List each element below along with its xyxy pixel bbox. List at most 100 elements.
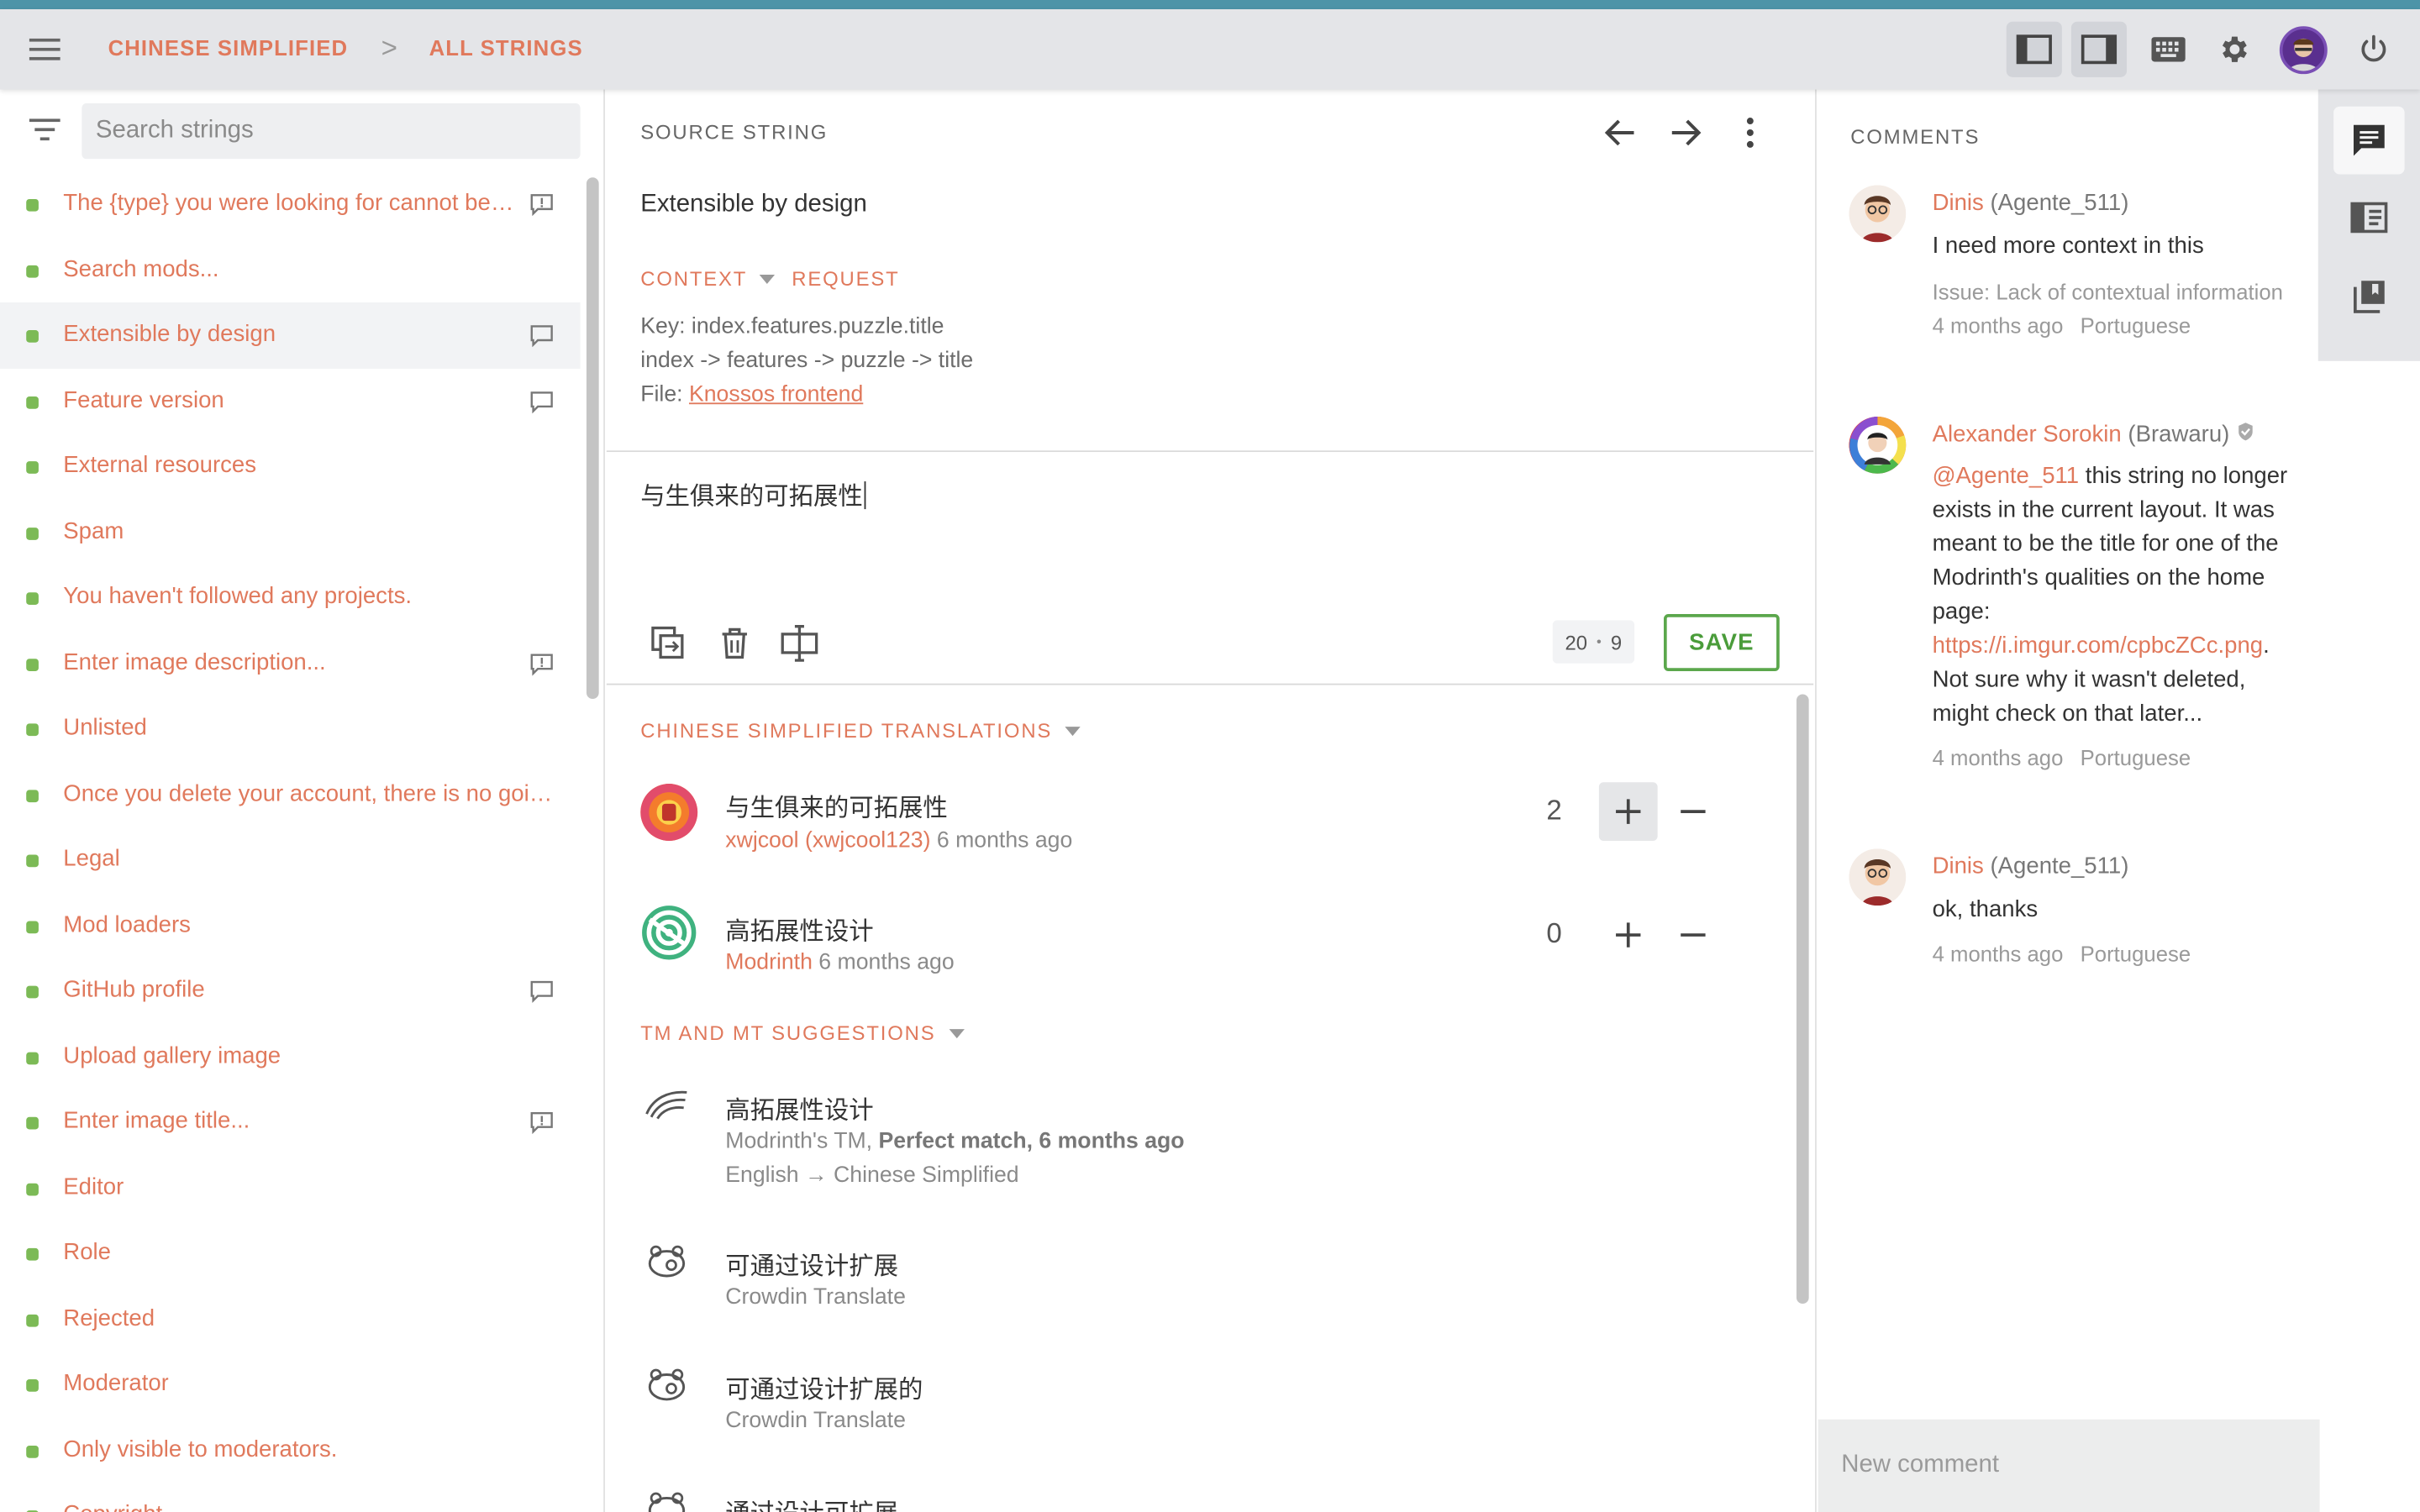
comment-author[interactable]: Dinis (Agente_511) — [1933, 190, 2129, 216]
avatar[interactable] — [1849, 848, 1907, 906]
avatar[interactable] — [1849, 185, 1907, 243]
character-counter: 20 • 9 — [1552, 620, 1634, 664]
list-item[interactable]: Enter image title... — [0, 1089, 581, 1155]
avatar — [640, 904, 697, 961]
comment-mention[interactable]: @Agente_511 — [1933, 463, 2080, 489]
list-item[interactable]: Enter image description... — [0, 630, 581, 696]
translations-header[interactable]: CHINESE SIMPLIFIED TRANSLATIONS — [640, 719, 1081, 742]
comment-author-handle: (Brawaru) — [2128, 421, 2230, 448]
list-item[interactable]: Rejected — [0, 1286, 581, 1352]
power-icon[interactable] — [2346, 22, 2402, 77]
list-item[interactable]: Search mods... — [0, 237, 581, 302]
comment-author-handle: (Agente_511) — [1990, 189, 2129, 217]
vote-down-button[interactable] — [1664, 906, 1723, 964]
comment-link[interactable]: https://i.imgur.com/cpbcZCc.png — [1933, 633, 2264, 659]
search-input[interactable] — [82, 103, 581, 160]
comments-rail-button[interactable] — [2333, 106, 2405, 175]
sidebar-left-icon[interactable] — [2006, 21, 2062, 77]
comment-author-name: Alexander Sorokin — [1932, 421, 2122, 448]
list-item[interactable]: Mod loaders — [0, 893, 581, 958]
trash-icon[interactable] — [713, 622, 756, 664]
list-item[interactable]: Moderator — [0, 1352, 581, 1417]
issue-comment-icon — [530, 1112, 553, 1134]
avatar — [640, 784, 698, 842]
list-item-label: Once you delete your account, there is n… — [63, 780, 560, 806]
panel-details-icon — [2350, 202, 2388, 234]
list-item[interactable]: Copyright — [0, 1483, 581, 1512]
arrow-left-icon[interactable] — [1601, 113, 1641, 153]
list-item[interactable]: Feature version — [0, 368, 581, 433]
minus-icon — [1681, 933, 1706, 937]
request-tab[interactable]: REQUEST — [792, 267, 899, 291]
comment-time: 4 months ago — [1932, 941, 2064, 966]
list-item-label: Only visible to moderators. — [63, 1436, 338, 1462]
crowdin-translate-icon — [648, 1245, 686, 1278]
list-item[interactable]: Once you delete your account, there is n… — [0, 761, 581, 827]
translation-author[interactable]: xwjcool (xwjcool123) — [725, 828, 930, 853]
translations-scrollbar[interactable] — [1796, 694, 1809, 1305]
list-item[interactable]: Role — [0, 1221, 581, 1286]
user-avatar[interactable] — [2279, 26, 2328, 75]
divider — [606, 683, 1814, 685]
suggestion-source: Crowdin Translate — [725, 1408, 906, 1434]
list-item[interactable]: Legal — [0, 827, 581, 892]
minus-icon — [1681, 810, 1706, 813]
comment-body: I need more context in this — [1932, 233, 2204, 260]
translation-input[interactable]: 与生俱来的可拓展性 — [640, 475, 866, 512]
list-item[interactable]: Unlisted — [0, 696, 581, 761]
copy-source-icon[interactable] — [647, 622, 690, 664]
gear-icon[interactable] — [2206, 22, 2261, 77]
translation-time: 6 months ago — [936, 828, 1073, 853]
comment-meta: 4 months ago Portuguese — [1933, 745, 2191, 769]
list-item-label: Legal — [63, 845, 120, 872]
list-item[interactable]: You haven't followed any projects. — [0, 564, 581, 630]
list-item-label: Enter image title... — [63, 1107, 250, 1134]
translation-author[interactable]: Modrinth — [725, 950, 813, 974]
translated-status-dot — [26, 1051, 39, 1064]
comment-icon — [530, 391, 553, 413]
translated-status-dot — [26, 854, 39, 868]
translated-status-dot — [26, 658, 39, 671]
new-comment-input[interactable] — [1818, 1419, 2320, 1512]
comment-author[interactable]: Alexander Sorokin (Brawaru) — [1932, 421, 2254, 448]
library-icon — [2354, 281, 2385, 313]
caret-down-icon — [949, 1029, 965, 1039]
list-item[interactable]: Upload gallery image — [0, 1024, 581, 1089]
sidebar-right-icon[interactable] — [2070, 21, 2128, 77]
translated-status-dot — [26, 723, 39, 737]
list-item[interactable]: Spam — [0, 499, 581, 564]
glossary-rail-button[interactable] — [2333, 262, 2404, 330]
list-item[interactable]: External resources — [0, 433, 581, 499]
vote-down-button[interactable] — [1664, 782, 1723, 841]
strings-scrollbar[interactable] — [586, 177, 599, 700]
save-button[interactable]: SAVE — [1663, 614, 1780, 671]
list-item-label: Role — [63, 1238, 111, 1266]
list-item[interactable]: The {type} you were looking for cannot b… — [0, 171, 581, 237]
suggestions-header[interactable]: TM AND MT SUGGESTIONS — [640, 1021, 965, 1044]
comment-author[interactable]: Dinis (Agente_511) — [1933, 853, 2129, 879]
list-item[interactable]: Only visible to moderators. — [0, 1417, 581, 1483]
avatar[interactable] — [1849, 416, 1907, 474]
editor-panel: SOURCE STRING Extensible by design CONTE… — [606, 89, 1814, 1512]
list-item-label: External resources — [63, 452, 257, 479]
breadcrumb-section[interactable]: ALL STRINGS — [429, 35, 583, 60]
keyboard-icon[interactable] — [2141, 22, 2196, 77]
suggestion-source: Crowdin Translate — [725, 1284, 906, 1310]
context-details: Key: index.features.puzzle.title index -… — [640, 310, 973, 412]
list-item[interactable]: Editor — [0, 1155, 581, 1221]
vote-up-button[interactable] — [1598, 782, 1658, 842]
more-vert-icon[interactable] — [1730, 113, 1770, 153]
source-context-rail-button[interactable] — [2333, 184, 2404, 252]
list-item-label: Editor — [63, 1173, 124, 1200]
arrow-right-icon[interactable] — [1665, 113, 1706, 153]
menu-icon[interactable] — [24, 33, 65, 66]
comment-language: Portuguese — [2080, 312, 2191, 339]
vote-up-button[interactable] — [1599, 906, 1658, 964]
file-link[interactable]: Knossos frontend — [689, 383, 863, 407]
list-item[interactable]: GitHub profile — [0, 958, 581, 1024]
breadcrumb-language[interactable]: CHINESE SIMPLIFIED — [108, 35, 349, 60]
filter-icon[interactable] — [28, 118, 61, 142]
context-tab[interactable]: CONTEXT — [640, 267, 775, 290]
list-item-selected[interactable]: Extensible by design — [0, 302, 581, 369]
text-format-icon[interactable] — [778, 622, 821, 664]
